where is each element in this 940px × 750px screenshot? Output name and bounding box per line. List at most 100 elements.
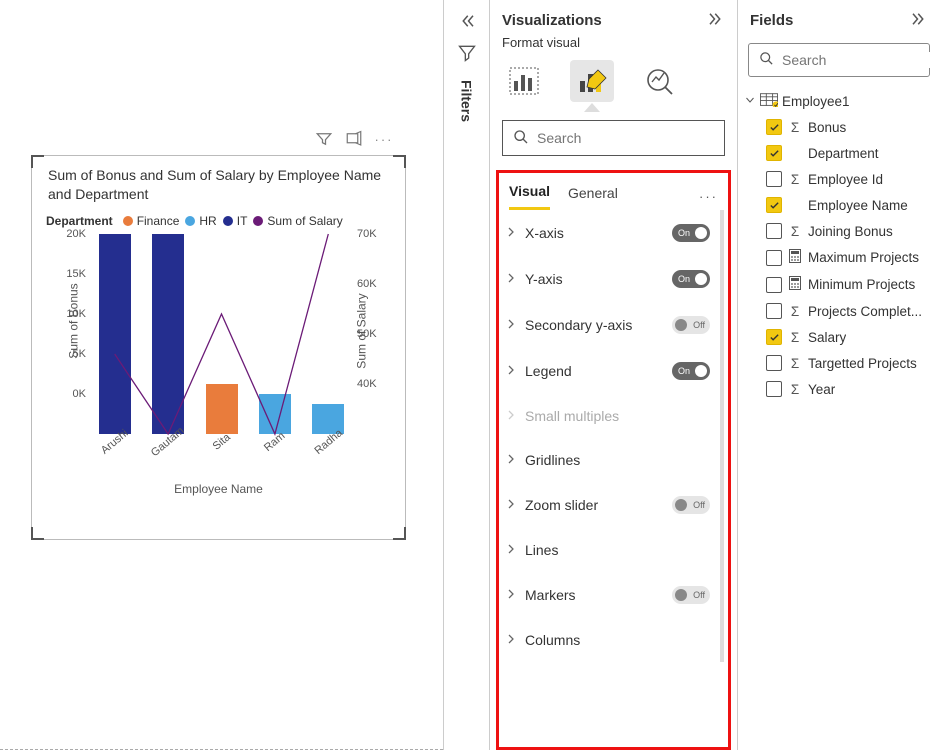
format-item[interactable]: Secondary y-axisOff xyxy=(499,302,720,348)
format-options-highlight-box: Visual General ··· X-axisOnY-axisOnSecon… xyxy=(496,170,731,750)
filters-funnel-icon[interactable] xyxy=(457,43,477,66)
field-row[interactable]: ΣYear xyxy=(744,376,932,402)
sigma-icon: Σ xyxy=(788,330,802,345)
report-canvas[interactable]: ··· Sum of Bonus and Sum of Salary by Em… xyxy=(0,0,443,750)
search-icon xyxy=(513,129,529,148)
fields-header: Fields xyxy=(750,12,793,29)
field-checkbox[interactable] xyxy=(766,171,782,187)
format-visual-tab-icon[interactable] xyxy=(570,60,614,102)
build-visual-tab-icon[interactable] xyxy=(502,60,546,102)
format-item[interactable]: Legend On xyxy=(499,348,720,394)
field-checkbox[interactable] xyxy=(766,277,782,293)
legend-item-finance[interactable]: Finance xyxy=(123,214,180,228)
search-icon xyxy=(759,51,774,69)
field-name: Salary xyxy=(808,330,846,345)
fields-pane: Fields Employee1 ΣBonusDepartmentΣEmploy… xyxy=(737,0,940,750)
format-item-label: Legend xyxy=(525,363,664,379)
field-checkbox[interactable] xyxy=(766,355,782,371)
format-item[interactable]: X-axis On xyxy=(499,210,720,256)
legend-item-hr[interactable]: HR xyxy=(185,214,216,228)
filters-label: Filters xyxy=(459,76,475,122)
format-item[interactable]: Y-axisOn xyxy=(499,256,720,302)
field-row[interactable]: ΣTargetted Projects xyxy=(744,350,932,376)
format-item[interactable]: Columns xyxy=(499,618,720,662)
toggle[interactable]: Off xyxy=(672,586,710,604)
filters-pane-collapsed[interactable]: Filters xyxy=(443,0,489,750)
sigma-icon: Σ xyxy=(788,224,802,239)
calculator-icon xyxy=(788,276,802,293)
visualizations-pane: Visualizations Format visual Visual Gene… xyxy=(489,0,737,750)
selection-handle-nw[interactable] xyxy=(31,155,45,169)
format-search-box[interactable] xyxy=(502,120,725,156)
line-series[interactable] xyxy=(115,234,329,434)
field-checkbox[interactable] xyxy=(766,197,782,213)
chevron-right-icon xyxy=(505,408,517,424)
selection-handle-se[interactable] xyxy=(392,526,406,540)
field-row[interactable]: Department xyxy=(744,140,932,166)
collapse-visualizations-icon[interactable] xyxy=(707,10,725,31)
selection-handle-ne[interactable] xyxy=(392,155,406,169)
filter-icon[interactable] xyxy=(315,130,333,148)
chart-legend: Department Finance HR IT Sum of Salary xyxy=(32,204,405,230)
fields-search-input[interactable] xyxy=(782,52,940,68)
plot-region xyxy=(88,234,355,434)
field-name: Joining Bonus xyxy=(808,224,893,239)
tab-general[interactable]: General xyxy=(568,185,618,209)
legend-item-salary[interactable]: Sum of Salary xyxy=(253,214,342,228)
toggle[interactable]: Off xyxy=(672,316,710,334)
field-name: Projects Complet... xyxy=(808,304,922,319)
expand-filters-icon[interactable] xyxy=(458,12,476,33)
field-name: Employee Name xyxy=(808,198,908,213)
field-row[interactable]: Σ Salary xyxy=(744,324,932,350)
focus-mode-icon[interactable] xyxy=(345,130,363,148)
field-checkbox[interactable] xyxy=(766,381,782,397)
fields-table-row[interactable]: Employee1 xyxy=(744,89,932,114)
format-tabs-more-icon[interactable]: ··· xyxy=(699,189,718,204)
tab-visual[interactable]: Visual xyxy=(509,183,550,210)
field-checkbox[interactable] xyxy=(766,303,782,319)
field-row[interactable]: ΣEmployee Id xyxy=(744,166,932,192)
field-checkbox[interactable] xyxy=(766,223,782,239)
format-item[interactable]: Gridlines xyxy=(499,438,720,482)
field-checkbox[interactable] xyxy=(766,250,782,266)
format-item[interactable]: Zoom slider Off xyxy=(499,482,720,528)
chart-visual-container[interactable]: ··· Sum of Bonus and Sum of Salary by Em… xyxy=(31,155,406,540)
calculator-icon xyxy=(788,249,802,266)
table-icon xyxy=(760,93,778,110)
field-checkbox[interactable] xyxy=(766,119,782,135)
chevron-right-icon xyxy=(505,452,517,468)
fields-search-box[interactable] xyxy=(748,43,930,77)
chart-title: Sum of Bonus and Sum of Salary by Employ… xyxy=(32,156,405,204)
format-item-label: X-axis xyxy=(525,225,664,241)
field-row[interactable]: Minimum Projects xyxy=(744,271,932,298)
toggle[interactable]: On xyxy=(672,362,710,380)
toggle[interactable]: On xyxy=(672,224,710,242)
field-checkbox[interactable] xyxy=(766,329,782,345)
format-item[interactable]: Lines xyxy=(499,528,720,572)
selection-handle-sw[interactable] xyxy=(31,526,45,540)
format-item[interactable]: MarkersOff xyxy=(499,572,720,618)
visual-header-icons: ··· xyxy=(315,130,393,148)
legend-item-it[interactable]: IT xyxy=(223,214,248,228)
sigma-icon: Σ xyxy=(788,172,802,187)
field-row[interactable]: ΣBonus xyxy=(744,114,932,140)
format-item: Small multiples xyxy=(499,394,720,438)
collapse-fields-icon[interactable] xyxy=(910,10,928,31)
field-row[interactable]: Maximum Projects xyxy=(744,244,932,271)
chevron-right-icon xyxy=(505,542,517,558)
format-visual-subheader: Format visual xyxy=(490,35,737,58)
field-row[interactable]: Σ Joining Bonus xyxy=(744,218,932,244)
analytics-tab-icon[interactable] xyxy=(638,60,682,102)
chevron-right-icon xyxy=(505,632,517,648)
format-item-label: Zoom slider xyxy=(525,497,664,513)
field-row[interactable]: Σ Projects Complet... xyxy=(744,298,932,324)
format-search-input[interactable] xyxy=(537,130,718,146)
sigma-icon: Σ xyxy=(788,382,802,397)
toggle[interactable]: Off xyxy=(672,496,710,514)
field-row[interactable]: Employee Name xyxy=(744,192,932,218)
sigma-icon: Σ xyxy=(788,304,802,319)
more-options-icon[interactable]: ··· xyxy=(375,130,393,148)
x-ticks: Arushi Gautam Sita Ram Radha xyxy=(88,436,355,448)
field-checkbox[interactable] xyxy=(766,145,782,161)
toggle[interactable]: On xyxy=(672,270,710,288)
